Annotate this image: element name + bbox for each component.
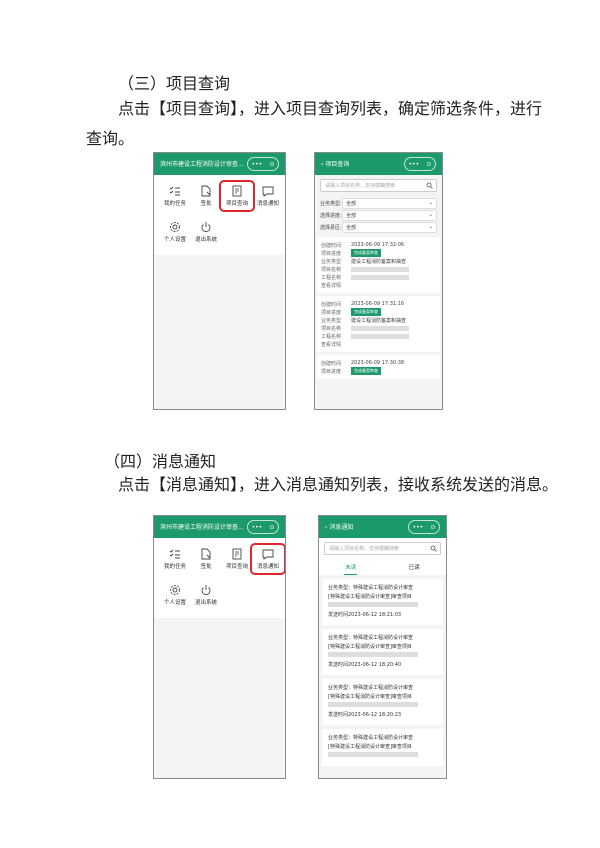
section3-line1: 点击【项目查询】，进入项目查询列表，确定筛选条件，进行 [118,99,543,118]
status-badge: 完成备案审查 [351,367,381,375]
document-icon [232,548,242,560]
more-icon[interactable]: ••• [252,161,263,168]
tile-notify[interactable]: 消息通知 [253,185,283,207]
query-screenshot: ‹ 项目查询 ••• ⊙ 请输入项目名称、支持模糊搜索 业务类型: 全部 ⌄ 选择进度… [314,152,443,410]
home-grid: 我的任务 签批 项目查询 消息通知 个人设置 退出系统 [154,538,285,618]
project-card[interactable]: 创建时间 2023-06-09 17:30:38 项目进度 完成备案审查 [317,355,440,379]
tab-unread[interactable]: 未读 [319,563,383,575]
menu-capsule[interactable]: ••• ⊙ [404,157,436,171]
home-title-bar: 滨州市建设工程消防设计审查... ••• ⊙ [154,153,285,175]
redacted-block [328,602,418,607]
query-title-bar: ‹ 项目查询 ••• ⊙ [315,153,442,175]
section3-line2: 查询。 [86,129,135,148]
notify-title-bar: ‹ 消息通知 ••• ⊙ [319,516,446,538]
chevron-down-icon: ⌄ [428,212,433,218]
chat-bubble-icon [262,186,274,197]
tile-project-query[interactable]: 项目查询 [219,180,255,212]
close-mini-icon[interactable]: ⊙ [269,161,274,168]
redacted-block [351,274,409,280]
back-icon[interactable]: ‹ [325,524,327,531]
notify-tabs: 未读 已读 [319,559,446,575]
project-card[interactable]: 创建时间 2023-06-09 17:32:06 项目进度 完成备案审查 业务类型建… [317,237,440,293]
section3-heading: （三）项目查询 [118,74,231,93]
checklist-icon [169,186,180,196]
tile-logout[interactable]: 退出系统 [191,584,221,606]
tile-my-tasks[interactable]: 我的任务 [160,185,190,207]
redacted-block [328,752,418,757]
tile-sign[interactable]: 签批 [191,548,221,570]
chevron-down-icon: ⌄ [428,224,433,230]
home-title-bar: 滨州市建设工程消防设计审查... ••• ⊙ [154,516,285,538]
tile-settings[interactable]: 个人设置 [160,584,190,606]
query-search-input[interactable]: 请输入项目名称、支持模糊搜索 [320,179,437,192]
gear-icon [170,585,180,595]
notify-title: 消息通知 [329,524,354,531]
home-grid: 我的任务 签批 项目查询 消息通知 个人设置 退出系统 [154,175,285,255]
search-icon[interactable] [426,182,433,189]
document-icon [232,185,242,197]
view-detail-link[interactable]: 查看详情 [321,282,351,289]
tile-project-query[interactable]: 项目查询 [222,548,252,570]
message-item[interactable]: 业务类型：特殊建设工程消防设计审查 [特殊建设工程消防设计审查]审查项目 [322,729,443,766]
more-icon[interactable]: ••• [409,161,420,168]
query-title: 项目查询 [325,161,350,168]
tile-sign[interactable]: 签批 [191,185,221,207]
power-icon [201,585,211,596]
menu-capsule[interactable]: ••• ⊙ [408,520,440,534]
home-screenshot-1: 滨州市建设工程消防设计审查... ••• ⊙ 我的任务 签批 项目查询 消息通知 … [153,152,286,410]
view-detail-link[interactable]: 查看详情 [321,341,351,348]
message-item[interactable]: 业务类型：特殊建设工程消防设计审查 [特殊建设工程消防设计审查]审查项目 发送时… [322,679,443,725]
search-icon[interactable] [430,545,437,552]
filter-progress[interactable]: 选择进度: 全部 ⌄ [320,209,437,221]
back-icon[interactable]: ‹ [321,161,323,168]
tile-logout[interactable]: 退出系统 [191,221,221,243]
redacted-block [351,325,409,331]
notify-screenshot: ‹ 消息通知 ••• ⊙ 请输入项目名称、支持模糊搜索 未读 已读 业务类型：特殊… [318,515,447,779]
redacted-block [328,652,418,657]
redacted-block [351,266,409,272]
power-icon [201,222,211,233]
filter-county[interactable]: 选择县区: 全部 ⌄ [320,221,437,233]
menu-capsule[interactable]: ••• ⊙ [247,157,279,171]
tab-read[interactable]: 已读 [383,563,447,571]
redacted-block [328,702,418,707]
close-mini-icon[interactable]: ⊙ [269,524,274,531]
project-card[interactable]: 创建时间 2023-06-09 17:31:16 项目进度 完成备案审查 业务类型建… [317,296,440,352]
more-icon[interactable]: ••• [252,524,263,531]
document-edit-icon [201,185,211,197]
status-badge: 完成备案审查 [351,308,381,316]
gear-icon [170,222,180,232]
home-title: 滨州市建设工程消防设计审查... [160,161,244,168]
filter-biz-type[interactable]: 业务类型: 全部 ⌄ [320,197,437,209]
menu-capsule[interactable]: ••• ⊙ [247,520,279,534]
checklist-icon [169,549,180,559]
tile-my-tasks[interactable]: 我的任务 [160,548,190,570]
chevron-down-icon: ⌄ [428,200,433,206]
section4-line1: 点击【消息通知】，进入消息通知列表，接收系统发送的消息。 [118,475,559,494]
tile-settings[interactable]: 个人设置 [160,221,190,243]
home-title: 滨州市建设工程消防设计审查... [160,524,244,531]
close-mini-icon[interactable]: ⊙ [430,524,435,531]
tile-notify[interactable]: 消息通知 [250,543,285,575]
more-icon[interactable]: ••• [413,524,424,531]
redacted-block [351,333,409,339]
document-edit-icon [201,548,211,560]
status-badge: 完成备案审查 [351,249,381,257]
message-item[interactable]: 业务类型：特殊建设工程消防设计审查 [特殊建设工程消防设计审查]审查项目 发送时… [322,579,443,625]
notify-search-input[interactable]: 请输入项目名称、支持模糊搜索 [324,542,441,555]
message-item[interactable]: 业务类型：特殊建设工程消防设计审查 [特殊建设工程消防设计审查]审查项目 发送时… [322,629,443,675]
home-screenshot-2: 滨州市建设工程消防设计审查... ••• ⊙ 我的任务 签批 项目查询 消息通知 … [153,515,286,779]
section4-heading: （四）消息通知 [104,452,217,471]
close-mini-icon[interactable]: ⊙ [426,161,431,168]
chat-bubble-icon [262,549,274,560]
